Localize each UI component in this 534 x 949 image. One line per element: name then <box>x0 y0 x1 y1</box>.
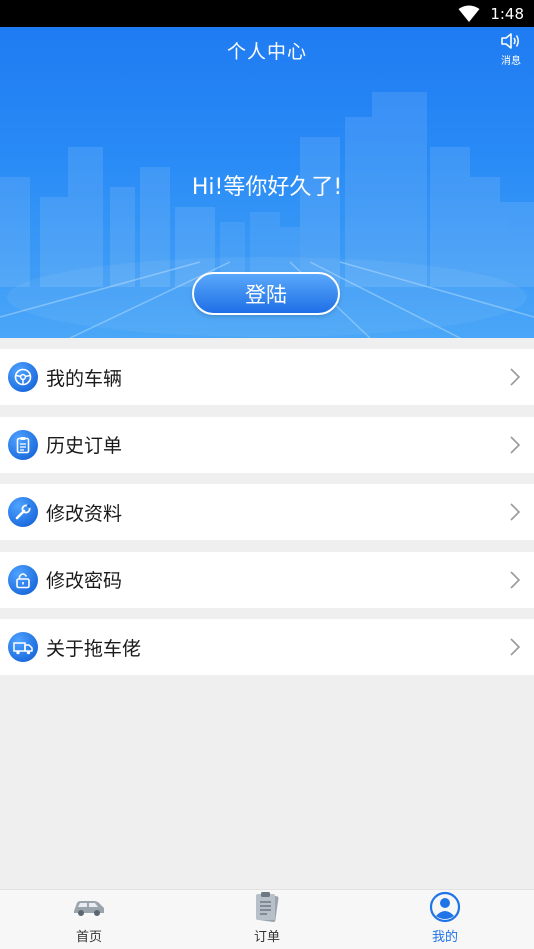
status-time: 1:48 <box>490 4 524 23</box>
status-bar: 1:48 <box>0 0 534 27</box>
steering-wheel-icon <box>8 362 38 392</box>
menu-item-label: 修改资料 <box>46 502 123 525</box>
login-button[interactable]: 登陆 <box>192 272 340 315</box>
tab-home[interactable]: 首页 <box>0 890 178 949</box>
message-label: 消息 <box>501 56 521 67</box>
menu-item-edit-profile[interactable]: 修改资料 <box>0 484 534 540</box>
menu-item-order-history[interactable]: 历史订单 <box>0 416 534 473</box>
lock-icon <box>8 564 38 595</box>
chevron-right-icon <box>510 638 521 656</box>
menu-item-about[interactable]: 关于拖车佬 <box>0 619 534 675</box>
bottom-tab-bar: 首页 订单 我的 <box>0 889 534 949</box>
tab-orders[interactable]: 订单 <box>178 890 356 949</box>
chevron-right-icon <box>510 503 521 521</box>
chevron-right-icon <box>510 368 521 386</box>
profile-header: 个人中心 消息 Hi!等你好久了! 登陆 <box>0 27 534 338</box>
tab-mine[interactable]: 我的 <box>356 890 534 949</box>
tab-label: 我的 <box>431 930 458 945</box>
chevron-right-icon <box>510 435 521 454</box>
menu-item-label: 历史订单 <box>46 435 123 457</box>
page-title: 个人中心 <box>226 41 307 63</box>
message-button[interactable]: 消息 <box>498 31 524 67</box>
car-icon <box>72 891 106 923</box>
menu-item-label: 修改密码 <box>46 570 123 592</box>
clipboard-icon <box>8 429 38 460</box>
chevron-right-icon <box>510 570 521 589</box>
tab-label: 首页 <box>75 930 102 945</box>
menu-item-label: 关于拖车佬 <box>46 637 142 660</box>
order-list-icon <box>252 891 282 923</box>
user-icon <box>429 891 461 923</box>
menu-item-label: 我的车辆 <box>46 367 123 390</box>
tow-truck-icon <box>8 632 38 662</box>
wrench-icon <box>8 497 38 527</box>
tab-label: 订单 <box>253 930 280 945</box>
menu-list: 我的车辆 历史订单 修改资料 修改密码 关于拖车佬 <box>0 349 534 687</box>
wifi-icon <box>458 5 480 22</box>
greeting-text: Hi!等你好久了! <box>191 175 343 200</box>
speaker-icon <box>501 33 519 49</box>
menu-item-change-password[interactable]: 修改密码 <box>0 551 534 608</box>
menu-item-my-vehicles[interactable]: 我的车辆 <box>0 349 534 405</box>
